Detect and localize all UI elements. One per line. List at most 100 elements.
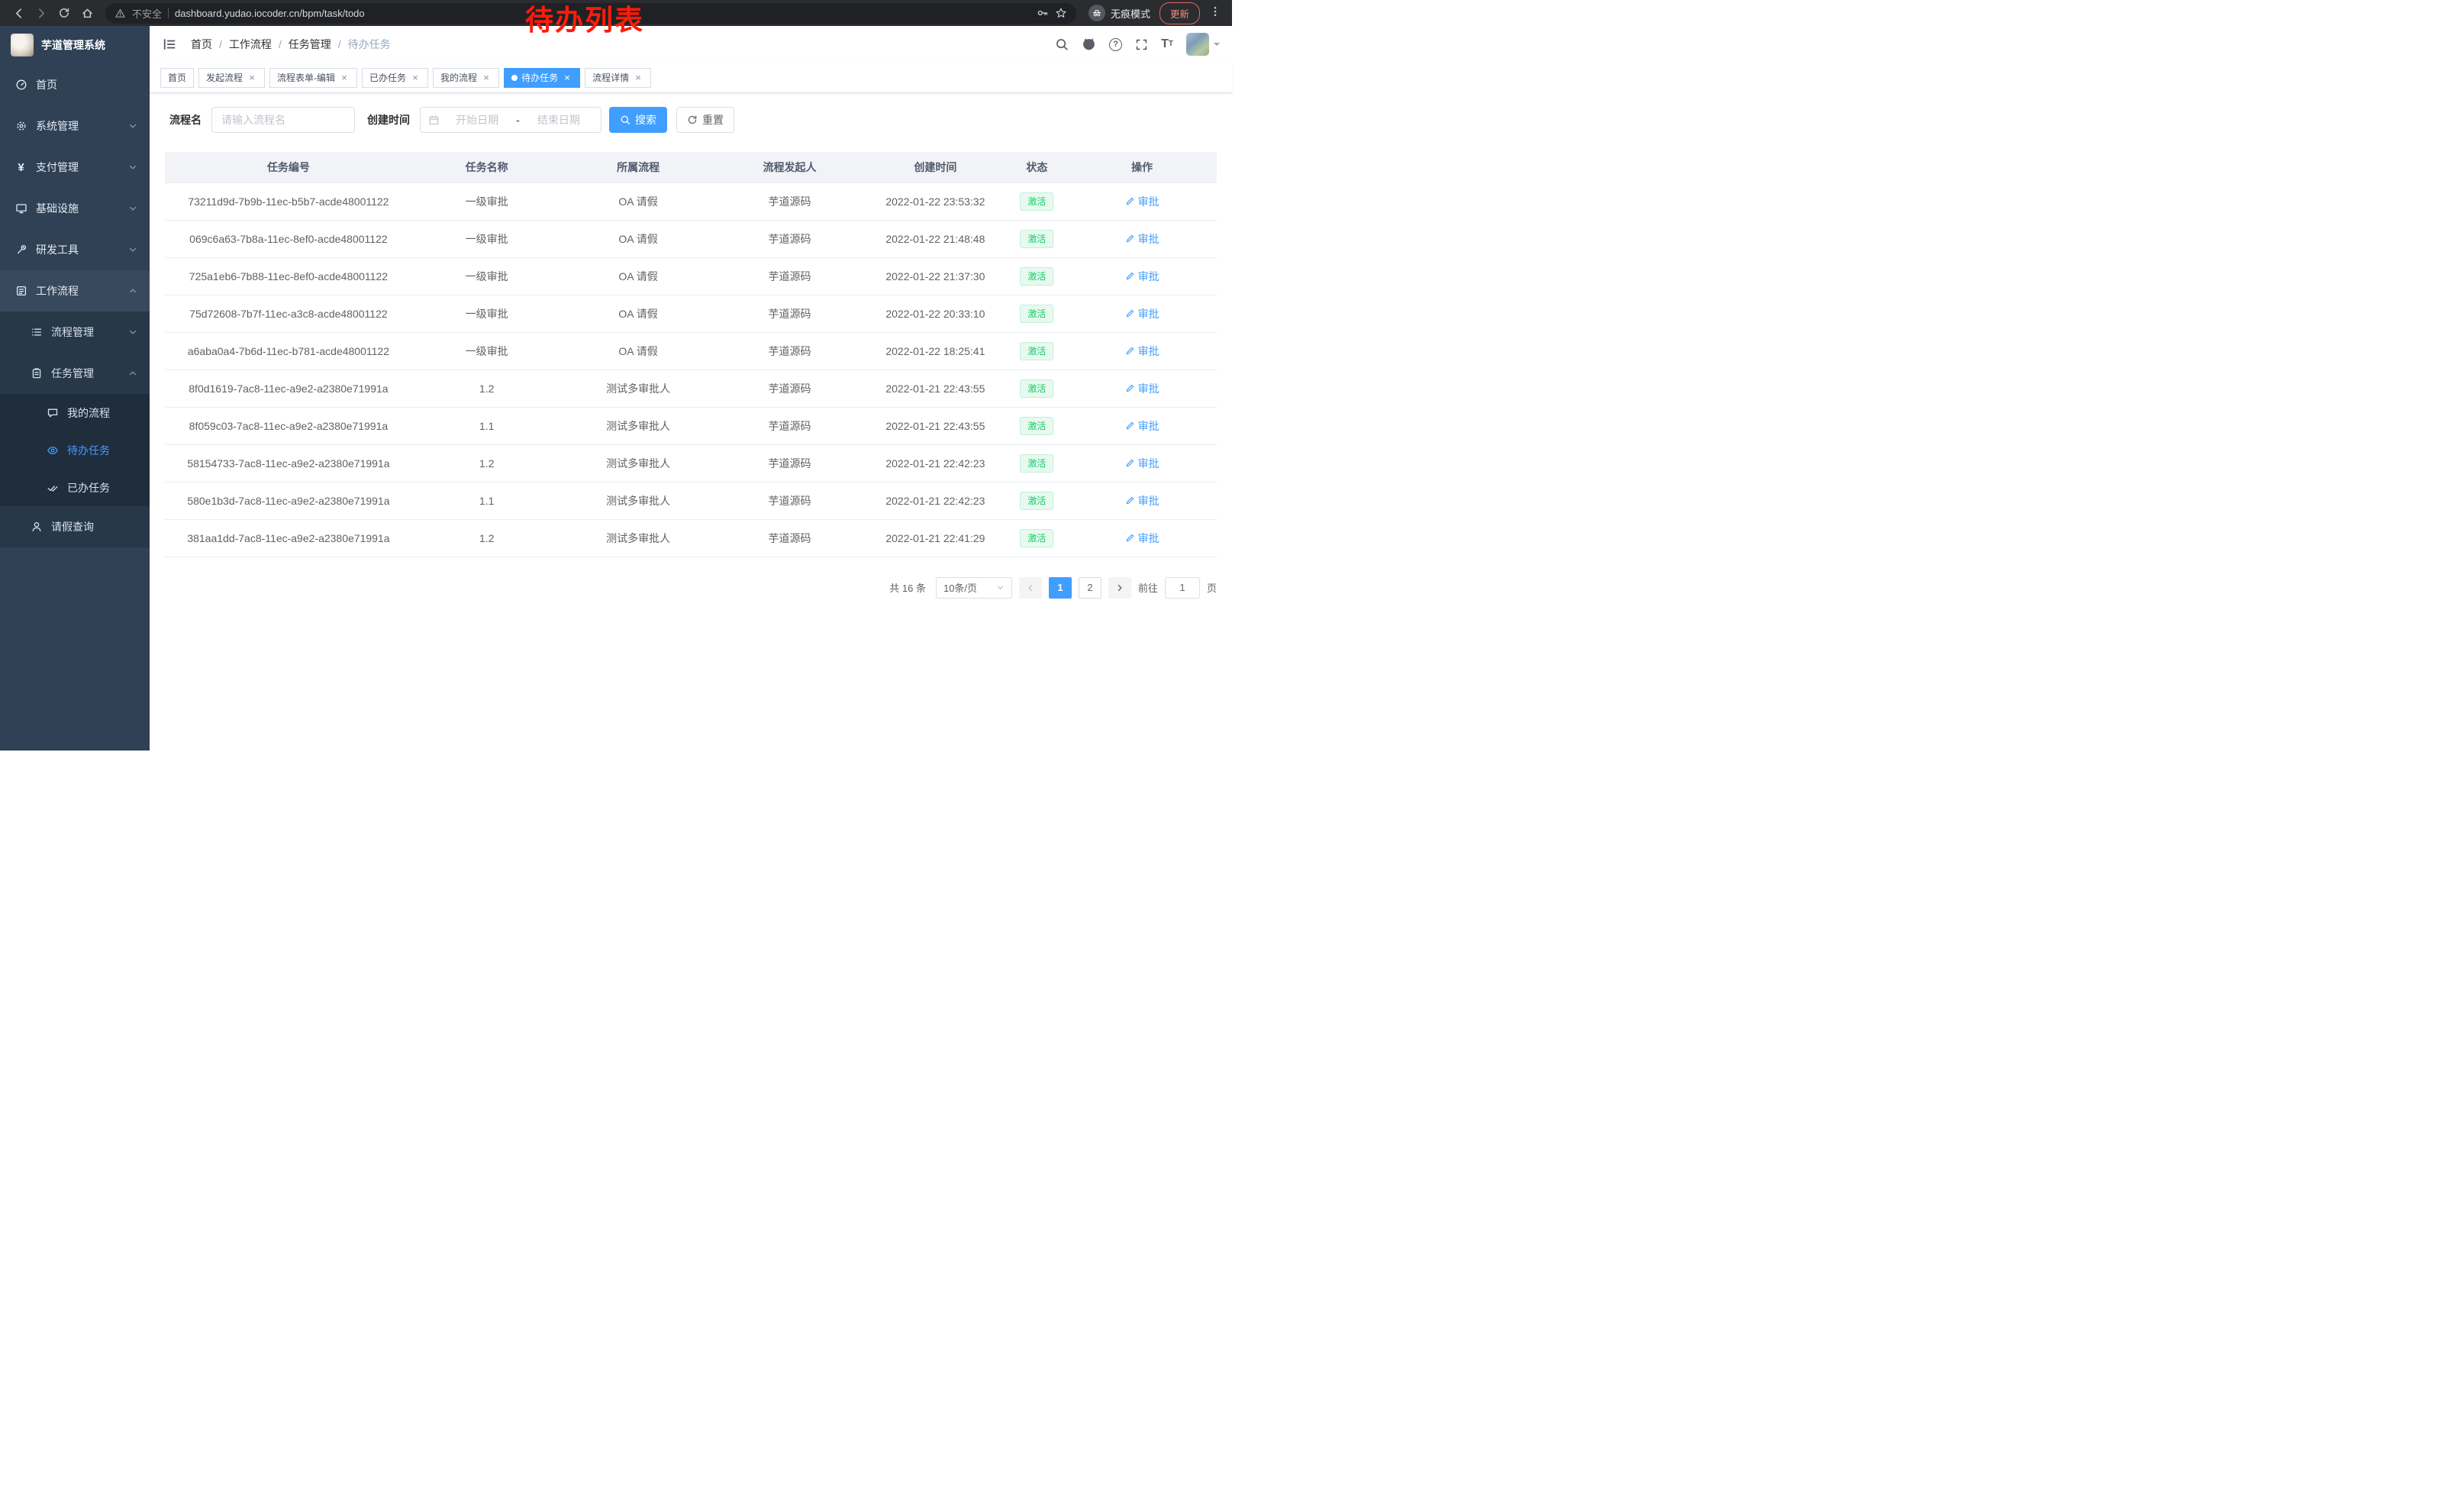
list-icon xyxy=(30,326,43,338)
table-row: 73211d9d-7b9b-11ec-b5b7-acde48001122一级审批… xyxy=(165,182,1217,220)
navbar-actions: ? TT xyxy=(1055,33,1220,56)
url-text: dashboard.yudao.iocoder.cn/bpm/task/todo xyxy=(175,8,365,19)
table-cell: 一级审批 xyxy=(412,295,562,332)
tab-label: 待办任务 xyxy=(521,71,558,84)
github-icon[interactable] xyxy=(1082,37,1096,52)
search-icon[interactable] xyxy=(1055,37,1069,51)
reload-icon[interactable] xyxy=(53,2,75,24)
workflow-submenu: 流程管理 任务管理 xyxy=(0,311,150,547)
address-bar[interactable]: 不安全 dashboard.yudao.iocoder.cn/bpm/task/… xyxy=(105,3,1076,24)
tab-item[interactable]: 待办任务 × xyxy=(504,68,580,88)
next-page-button[interactable] xyxy=(1108,577,1131,599)
update-button[interactable]: 更新 xyxy=(1159,2,1200,24)
breadcrumb-item[interactable]: 任务管理 xyxy=(289,37,331,52)
tab-item[interactable]: 我的流程× xyxy=(433,68,499,88)
table-cell: OA 请假 xyxy=(562,295,715,332)
table-cell: OA 请假 xyxy=(562,182,715,220)
tab-item[interactable]: 首页 xyxy=(160,68,194,88)
approve-link[interactable]: 审批 xyxy=(1125,418,1159,434)
sidebar-item-todo-task[interactable]: 待办任务 xyxy=(0,431,150,469)
breadcrumb-item[interactable]: 首页 xyxy=(191,37,212,52)
approve-link[interactable]: 审批 xyxy=(1125,306,1159,321)
home-icon[interactable] xyxy=(76,2,98,24)
task-mgmt-submenu: 我的流程 待办任务 已办任务 xyxy=(0,394,150,506)
breadcrumb-separator: / xyxy=(338,38,341,50)
font-size-icon[interactable]: TT xyxy=(1161,38,1173,50)
approve-link[interactable]: 审批 xyxy=(1125,269,1159,284)
process-name-label: 流程名 xyxy=(169,112,202,128)
status-badge: 激活 xyxy=(1020,417,1053,435)
date-range-picker[interactable]: 开始日期 - 结束日期 xyxy=(420,107,601,133)
page-number-2[interactable]: 2 xyxy=(1079,577,1101,599)
tab-close-icon[interactable]: × xyxy=(633,73,643,83)
monitor-icon xyxy=(15,202,27,215)
sidebar-item-done-task[interactable]: 已办任务 xyxy=(0,469,150,506)
sidebar-item-infrastructure[interactable]: 基础设施 xyxy=(0,188,150,229)
tab-label: 首页 xyxy=(168,71,186,84)
sidebar-item-task-mgmt[interactable]: 任务管理 xyxy=(0,353,150,394)
tab-close-icon[interactable]: × xyxy=(339,73,350,83)
page-number-1[interactable]: 1 xyxy=(1049,577,1072,599)
approve-link[interactable]: 审批 xyxy=(1125,194,1159,209)
sidebar-item-system[interactable]: 系统管理 xyxy=(0,105,150,147)
tab-close-icon[interactable]: × xyxy=(481,73,492,83)
goto-page-input[interactable] xyxy=(1165,577,1200,599)
status-badge: 激活 xyxy=(1020,492,1053,510)
table-cell: OA 请假 xyxy=(562,332,715,370)
sidebar-fold-icon[interactable] xyxy=(162,37,177,52)
forward-icon[interactable] xyxy=(31,2,52,24)
table-row: a6aba0a4-7b6d-11ec-b781-acde48001122一级审批… xyxy=(165,332,1217,370)
approve-link[interactable]: 审批 xyxy=(1125,493,1159,508)
incognito-icon xyxy=(1088,5,1105,21)
back-icon[interactable] xyxy=(8,2,29,24)
tab-label: 已办任务 xyxy=(369,71,406,84)
sidebar-item-devtools[interactable]: 研发工具 xyxy=(0,229,150,270)
not-secure-warning-icon xyxy=(114,8,126,19)
tab-item[interactable]: 已办任务 × xyxy=(362,68,428,88)
fullscreen-icon[interactable] xyxy=(1135,38,1148,51)
table-cell: 73211d9d-7b9b-11ec-b5b7-acde48001122 xyxy=(165,182,412,220)
prev-page-button[interactable] xyxy=(1019,577,1042,599)
approve-link[interactable]: 审批 xyxy=(1125,381,1159,396)
approve-link[interactable]: 审批 xyxy=(1125,231,1159,247)
tab-label: 流程详情 xyxy=(592,71,629,84)
approve-link[interactable]: 审批 xyxy=(1125,344,1159,359)
menu-kebab-icon[interactable] xyxy=(1206,5,1224,21)
app-logo[interactable]: 芋道管理系统 xyxy=(0,26,150,64)
tab-item[interactable]: 流程表单-编辑× xyxy=(269,68,357,88)
approve-link[interactable]: 审批 xyxy=(1125,531,1159,546)
column-header: 创建时间 xyxy=(864,152,1006,182)
chevron-down-icon xyxy=(128,328,137,337)
process-name-input[interactable] xyxy=(211,107,355,133)
tab-item[interactable]: 流程详情 × xyxy=(585,68,651,88)
sidebar-item-payment[interactable]: ¥ 支付管理 xyxy=(0,147,150,188)
reset-button[interactable]: 重置 xyxy=(676,107,734,133)
approve-link[interactable]: 审批 xyxy=(1125,456,1159,471)
sidebar-item-home[interactable]: 首页 xyxy=(0,64,150,105)
chat-bubble-icon xyxy=(46,407,59,419)
sidebar-item-workflow[interactable]: 工作流程 xyxy=(0,270,150,311)
password-key-icon[interactable] xyxy=(1037,7,1049,19)
sidebar-item-label: 支付管理 xyxy=(36,160,79,175)
chevron-up-icon xyxy=(128,286,137,295)
sidebar-item-leave-query[interactable]: 请假查询 xyxy=(0,506,150,547)
help-icon[interactable]: ? xyxy=(1109,38,1122,51)
sidebar-item-label: 已办任务 xyxy=(67,480,110,495)
tab-close-icon[interactable]: × xyxy=(410,73,421,83)
tab-item[interactable]: 发起流程× xyxy=(198,68,265,88)
bookmark-star-icon[interactable] xyxy=(1055,7,1067,19)
user-avatar[interactable] xyxy=(1186,33,1220,56)
status-badge: 激活 xyxy=(1020,267,1053,286)
active-tab-dot xyxy=(511,75,518,81)
sidebar-item-my-process[interactable]: 我的流程 xyxy=(0,394,150,431)
tab-close-icon[interactable]: × xyxy=(562,73,572,83)
table-cell: 8f0d1619-7ac8-11ec-a9e2-a2380e71991a xyxy=(165,370,412,407)
page-size-select[interactable]: 10条/页 xyxy=(936,577,1012,599)
tab-close-icon[interactable]: × xyxy=(247,73,257,83)
breadcrumb-item[interactable]: 工作流程 xyxy=(229,37,272,52)
table-cell: 2022-01-22 23:53:32 xyxy=(864,182,1006,220)
search-button[interactable]: 搜索 xyxy=(609,107,667,133)
table-cell: 芋道源码 xyxy=(715,444,865,482)
sidebar-item-process-mgmt[interactable]: 流程管理 xyxy=(0,311,150,353)
table-cell: 58154733-7ac8-11ec-a9e2-a2380e71991a xyxy=(165,444,412,482)
